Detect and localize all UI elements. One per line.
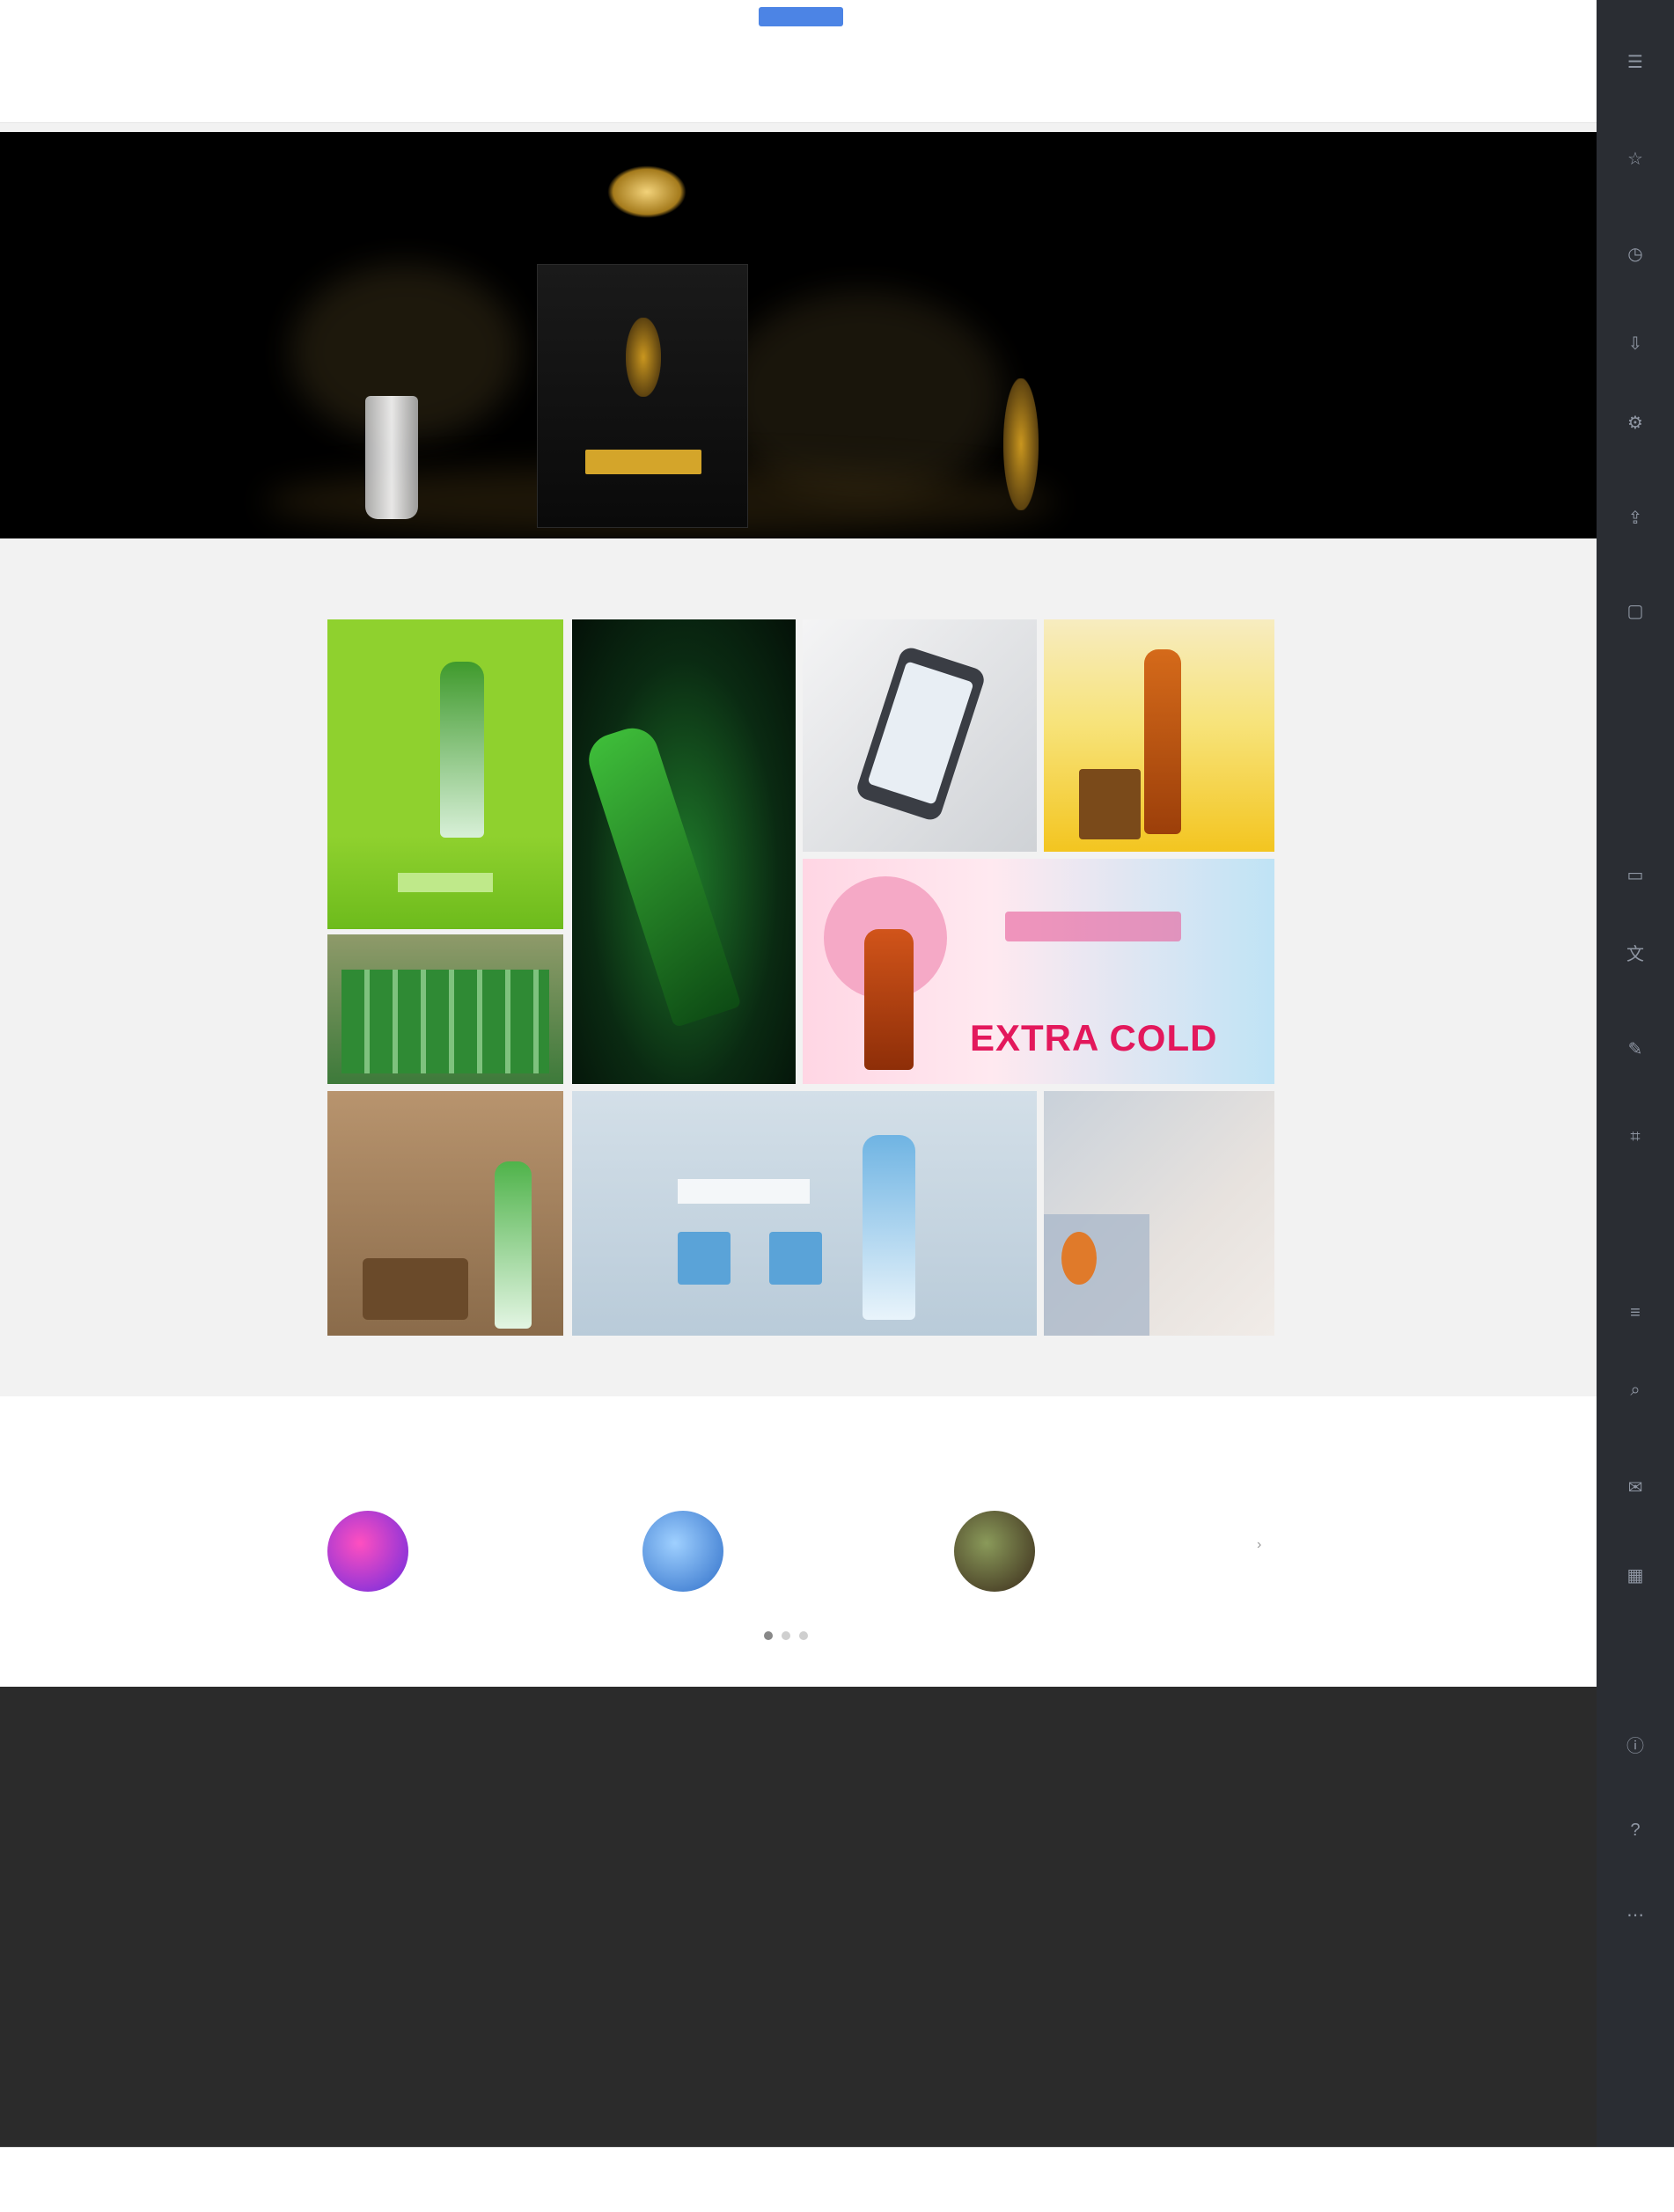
- footer-column-1: [336, 1731, 512, 1766]
- gallery-tile-extra-cold[interactable]: EXTRA COLD: [803, 859, 1274, 1084]
- bottom-strip: [0, 2147, 1674, 2212]
- note-icon[interactable]: ✎: [1618, 1031, 1653, 1066]
- footer-column-5: [1090, 1731, 1266, 1766]
- gallery-tile-soju-row[interactable]: [327, 934, 563, 1084]
- avatar: [327, 1511, 408, 1592]
- hero-statue-image: [1003, 378, 1039, 510]
- avatar: [954, 1511, 1035, 1592]
- calendar-icon[interactable]: ▦: [1618, 1557, 1653, 1593]
- info-icon[interactable]: ⓘ: [1618, 1726, 1653, 1762]
- beer-bottle-image: [1144, 649, 1181, 834]
- footer-column-2: [525, 1731, 701, 1766]
- green-bottle-image: [582, 721, 742, 1029]
- more-icon[interactable]: ⋯: [1618, 1897, 1653, 1932]
- hero-gift-box-image: [537, 264, 748, 528]
- gallery-tile-blue-banner[interactable]: [572, 1091, 1037, 1336]
- search-icon[interactable]: ⌕: [1618, 1373, 1653, 1408]
- gallery-tile-green-soju[interactable]: [327, 619, 563, 929]
- translate-icon[interactable]: 文: [1618, 934, 1653, 970]
- banner-icon-1: [678, 1232, 731, 1285]
- carousel-dot-3[interactable]: [799, 1631, 808, 1640]
- menu-icon[interactable]: ☰: [1618, 44, 1653, 79]
- banner-heading-block: [678, 1179, 810, 1204]
- browser-side-panel: ☰ ☆ ◷ ⇩ ⚙ ⇪ ▢ ▭ 文 ✎ ⌗ ≡ ⌕ ✉ ▦ ⓘ ? ⋯: [1597, 0, 1674, 2147]
- reader-icon[interactable]: ≡: [1618, 1295, 1653, 1330]
- chevron-right-icon[interactable]: ›: [1257, 1537, 1261, 1553]
- blue-bottle-image: [863, 1135, 915, 1320]
- carousel-dot-1[interactable]: [764, 1631, 773, 1640]
- share-icon[interactable]: ⇪: [1618, 500, 1653, 535]
- gallery-tile-phone[interactable]: [803, 619, 1037, 852]
- settings-icon[interactable]: ⚙: [1618, 405, 1653, 440]
- interior-lamp-image: [1061, 1232, 1097, 1285]
- gallery-tile-dark-green-bottle[interactable]: [572, 619, 796, 1084]
- interior-chair-image: [1044, 1214, 1149, 1336]
- wood-soju-bottle-image: [495, 1161, 532, 1329]
- tab-icon[interactable]: ▭: [1618, 857, 1653, 892]
- website-frame: EXTRA COLD ›: [0, 0, 1597, 2147]
- site-footer: [0, 1687, 1597, 2147]
- hero-glass-image: [365, 396, 418, 519]
- soju-bottle-row-image: [341, 970, 549, 1073]
- gallery-section: EXTRA COLD: [0, 538, 1597, 1396]
- instagram-card-1[interactable]: [327, 1511, 618, 1599]
- bookmark-icon[interactable]: ☆: [1618, 141, 1653, 176]
- banner-icon-2: [769, 1232, 822, 1285]
- cold-beer-bottle-image: [864, 929, 914, 1070]
- carousel-dots: [759, 1630, 847, 1642]
- hero-trophy-image: [607, 165, 686, 218]
- gallery-tile-yellow-beer[interactable]: [1044, 619, 1274, 852]
- mail-icon[interactable]: ✉: [1618, 1469, 1653, 1505]
- window-icon[interactable]: ▢: [1618, 593, 1653, 628]
- table-image: [363, 1258, 468, 1320]
- page: EXTRA COLD › ☰ ☆ ◷ ⇩ ⚙ ⇪ ▢ ▭ 文 ✎ ⌗ ≡ ⌕ ✉…: [0, 0, 1674, 2212]
- green-label: [398, 873, 493, 892]
- hero-text: [847, 178, 1216, 201]
- brand-logo[interactable]: [759, 7, 843, 26]
- instagram-card-3[interactable]: [954, 1511, 1244, 1599]
- instagram-card-2[interactable]: [642, 1511, 933, 1599]
- footer-column-4: [901, 1731, 1077, 1766]
- hero-banner[interactable]: [0, 132, 1597, 538]
- extra-cold-text: EXTRA COLD: [970, 1017, 1218, 1058]
- soju-bottle-image: [440, 662, 484, 838]
- box-gold-label: [585, 450, 701, 474]
- gallery-tile-interior[interactable]: [1044, 1091, 1274, 1336]
- footer-column-3: [713, 1731, 889, 1766]
- instagram-section: ›: [0, 1396, 1597, 1687]
- help-icon[interactable]: ?: [1618, 1813, 1653, 1848]
- avatar: [642, 1511, 723, 1592]
- footer-policy-links: [333, 2021, 1266, 2039]
- download-icon[interactable]: ⇩: [1618, 326, 1653, 361]
- box-figure: [626, 318, 661, 397]
- main-navigation: [0, 35, 1597, 123]
- capture-icon[interactable]: ⌗: [1618, 1119, 1653, 1154]
- pink-headline-block: [1005, 912, 1181, 941]
- top-bar: [0, 0, 1597, 35]
- beer-glass-image: [1079, 769, 1141, 839]
- carousel-dot-2[interactable]: [782, 1631, 790, 1640]
- gallery-tile-wood-soju[interactable]: [327, 1091, 563, 1336]
- history-icon[interactable]: ◷: [1618, 236, 1653, 271]
